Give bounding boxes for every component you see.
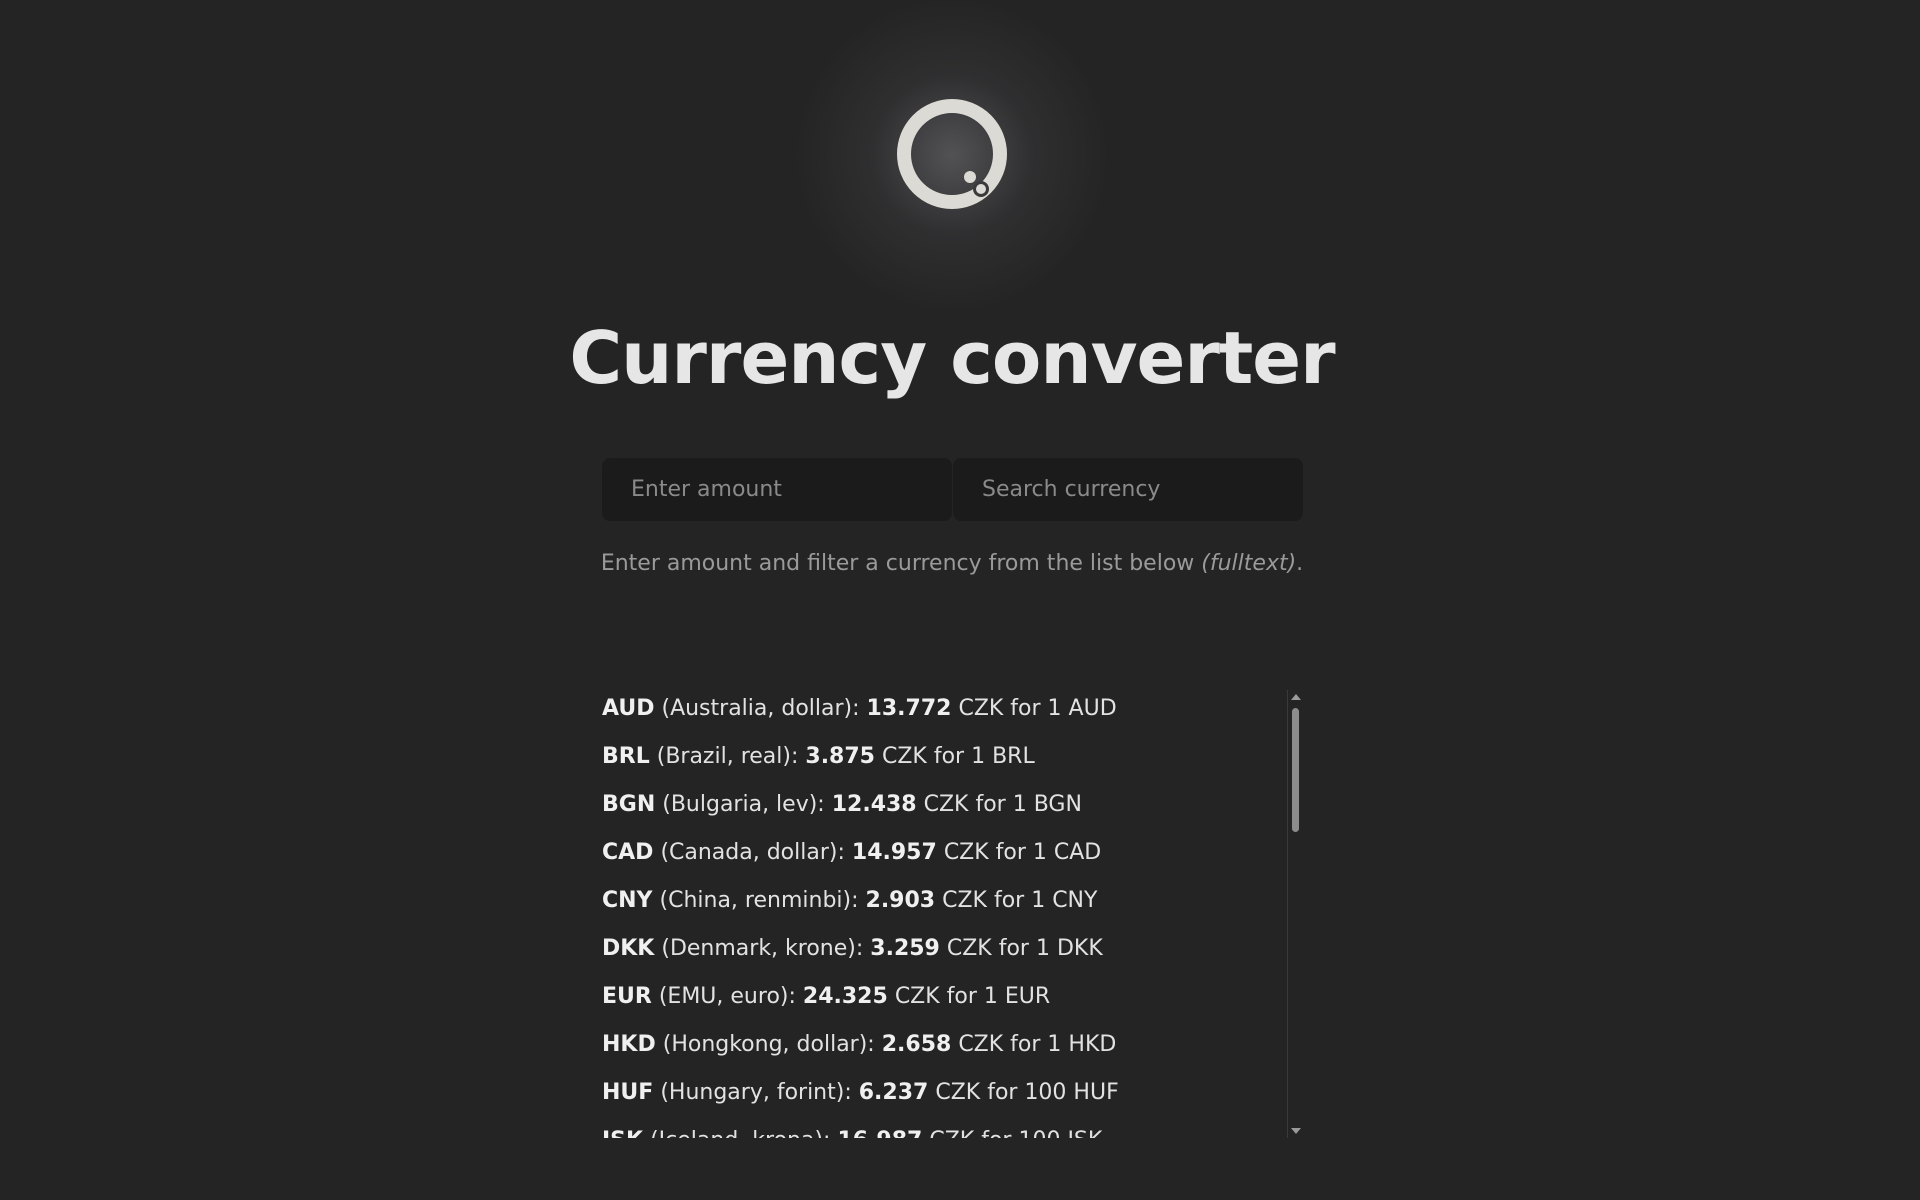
currency-row: ISK (Iceland, krona): 16.987 CZK for 100… (602, 1122, 1303, 1138)
currency-rate-unit: CZK for 100 ISK (929, 1128, 1102, 1138)
hint-main: Enter amount and filter a currency from … (600, 551, 1202, 576)
currency-rate-unit: CZK for 1 DKK (946, 936, 1103, 961)
currency-rate-unit: CZK for 1 AUD (958, 696, 1117, 721)
page: Currency converter Enter amount and filt… (0, 0, 1920, 1200)
currency-description: (Denmark, krone): (661, 936, 864, 961)
currency-description: (Canada, dollar): (660, 840, 845, 865)
scroll-thumb[interactable] (1292, 708, 1299, 832)
currency-rate: 2.658 (881, 1032, 952, 1057)
currency-row: EUR (EMU, euro): 24.325 CZK for 1 EUR (602, 978, 1303, 1026)
currency-description: (China, renminbi): (659, 888, 859, 913)
hint-text: Enter amount and filter a currency from … (0, 551, 1904, 576)
currency-rate: 2.903 (865, 888, 936, 913)
currency-rate-unit: CZK for 1 BGN (923, 792, 1082, 817)
currency-rate-unit: CZK for 100 HUF (935, 1080, 1119, 1105)
currency-row: CAD (Canada, dollar): 14.957 CZK for 1 C… (602, 834, 1303, 882)
page-title: Currency converter (569, 316, 1335, 400)
currency-row: HUF (Hungary, forint): 6.237 CZK for 100… (602, 1074, 1303, 1122)
currency-rate: 12.438 (831, 792, 917, 817)
currency-row: CNY (China, renminbi): 2.903 CZK for 1 C… (602, 882, 1303, 930)
currency-description: (Australia, dollar): (661, 696, 860, 721)
hint-end: . (1296, 551, 1304, 576)
scroll-down-arrow-icon[interactable] (1291, 1128, 1301, 1134)
currency-row: DKK (Denmark, krone): 3.259 CZK for 1 DK… (602, 930, 1303, 978)
currency-rate: 16.987 (837, 1128, 922, 1138)
hint-emphasis: (fulltext) (1201, 551, 1297, 576)
ring-logo-icon (897, 99, 1007, 209)
currency-description: (Bulgaria, lev): (662, 792, 825, 817)
currency-rate-unit: CZK for 1 EUR (894, 984, 1051, 1009)
currency-row: HKD (Hongkong, dollar): 2.658 CZK for 1 … (602, 1026, 1303, 1074)
currency-row: BRL (Brazil, real): 3.875 CZK for 1 BRL (602, 738, 1303, 786)
currency-code: DKK (602, 936, 655, 961)
currency-rate-unit: CZK for 1 CAD (943, 840, 1102, 865)
currency-rate-unit: CZK for 1 HKD (958, 1032, 1117, 1057)
currency-rate: 14.957 (851, 840, 937, 865)
scroll-up-arrow-icon[interactable] (1291, 694, 1301, 700)
currency-search-input[interactable] (953, 458, 1303, 521)
currency-code: CNY (602, 888, 653, 913)
currency-rate: 24.325 (802, 984, 888, 1009)
currency-list[interactable]: AUD (Australia, dollar): 13.772 CZK for … (602, 690, 1303, 1138)
currency-rate: 3.259 (870, 936, 940, 961)
currency-rate: 13.772 (866, 696, 952, 721)
list-scrollbar[interactable] (1287, 690, 1303, 1138)
currency-description: (Iceland, krona): (650, 1128, 830, 1138)
currency-code: EUR (602, 984, 652, 1009)
amount-input[interactable] (602, 458, 952, 521)
currency-row: AUD (Australia, dollar): 13.772 CZK for … (602, 690, 1303, 738)
currency-code: AUD (602, 696, 655, 721)
currency-code: HUF (602, 1080, 654, 1105)
converter-form (602, 458, 1303, 521)
currency-row: BGN (Bulgaria, lev): 12.438 CZK for 1 BG… (602, 786, 1303, 834)
currency-code: HKD (602, 1032, 656, 1057)
currency-rate-unit: CZK for 1 CNY (942, 888, 1098, 913)
currency-description: (EMU, euro): (658, 984, 796, 1009)
currency-rate: 6.237 (858, 1080, 929, 1105)
currency-code: BGN (602, 792, 656, 817)
currency-description: (Brazil, real): (656, 744, 799, 769)
currency-rate: 3.875 (805, 744, 875, 769)
currency-description: (Hungary, forint): (660, 1080, 852, 1105)
currency-description: (Hongkong, dollar): (662, 1032, 875, 1057)
currency-code: CAD (602, 840, 654, 865)
currency-code: ISK (602, 1128, 643, 1138)
currency-code: BRL (602, 744, 650, 769)
currency-rate-unit: CZK for 1 BRL (881, 744, 1035, 769)
